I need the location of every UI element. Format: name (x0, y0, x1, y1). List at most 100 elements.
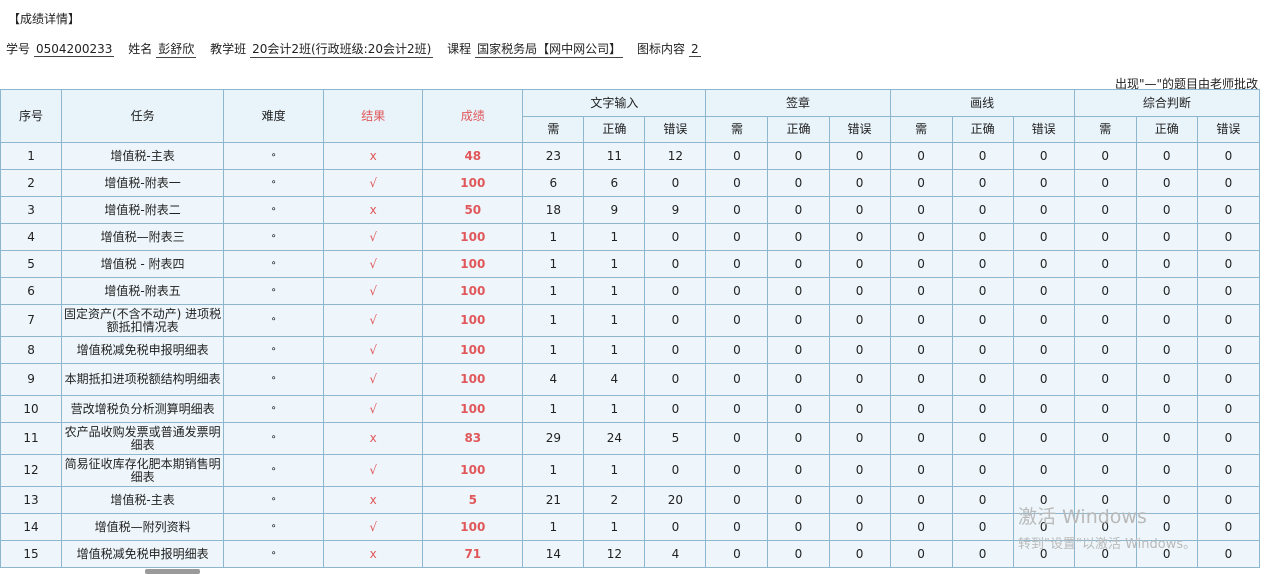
cell-count: 0 (1196, 142, 1261, 170)
table-row: 2 增值税-附表一 ⚬ √ 100 6 6 0 0 0 0 0 0 0 0 0 0 (0, 169, 1261, 197)
header-result: 结果 (323, 89, 424, 143)
cell-seq: 14 (0, 513, 63, 541)
cell-count: 0 (705, 486, 769, 514)
cell-count: 0 (889, 223, 953, 251)
cell-count: 0 (767, 336, 830, 364)
subheader-correct: 正确 (583, 116, 646, 143)
cell-difficulty: ⚬ (223, 486, 325, 514)
cell-count: 0 (1073, 196, 1137, 224)
cell-result: √ (323, 336, 424, 364)
cell-result: √ (323, 363, 424, 396)
cell-count: 21 (522, 486, 585, 514)
cell-count: 0 (1135, 196, 1198, 224)
cell-count: 0 (1073, 454, 1137, 487)
subheader-required: 需 (705, 116, 769, 143)
cell-result: √ (323, 454, 424, 487)
cell-count: 1 (522, 250, 585, 278)
cell-seq: 9 (0, 363, 63, 396)
cell-task: 增值税-附表五 (61, 277, 225, 305)
cell-score: 5 (422, 486, 524, 514)
cell-count: 0 (889, 395, 953, 423)
cell-count: 0 (767, 223, 830, 251)
header-group-signature: 签章 (705, 89, 891, 117)
cell-seq: 4 (0, 223, 63, 251)
cell-count: 29 (522, 422, 585, 455)
subheader-wrong: 错误 (1196, 116, 1261, 143)
cell-result: √ (323, 304, 424, 337)
score-detail-table: 序号 任务 难度 结果 成绩 文字输入 签章 画线 综合判断 需 正确 错误 需… (0, 89, 1261, 568)
cell-count: 0 (705, 363, 769, 396)
cell-task: 农产品收购发票或普通发票明细表 (61, 422, 225, 455)
subheader-required: 需 (889, 116, 953, 143)
cell-count: 1 (522, 223, 585, 251)
table-row: 11 农产品收购发票或普通发票明细表 ⚬ x 83 29 24 5 0 0 0 0 0 0 0 0 0 (0, 422, 1261, 455)
cell-count: 1 (583, 513, 646, 541)
cell-task: 增值税—附列资料 (61, 513, 225, 541)
cell-count: 0 (1012, 169, 1075, 197)
cell-count: 0 (828, 196, 891, 224)
cell-count: 0 (828, 142, 891, 170)
cell-count: 0 (1135, 277, 1198, 305)
student-id-label: 学号 (6, 42, 31, 56)
cell-count: 0 (1135, 395, 1198, 423)
cell-task: 增值税减免税申报明细表 (61, 540, 225, 568)
cell-count: 0 (1196, 304, 1261, 337)
cell-count: 0 (1135, 223, 1198, 251)
cell-result: x (323, 422, 424, 455)
cell-score: 100 (422, 169, 524, 197)
cell-count: 1 (583, 223, 646, 251)
table-row: 7 固定资产(不含不动产) 进项税额抵扣情况表 ⚬ √ 100 1 1 0 0 0 0 0 0 0 0 0 0 (0, 304, 1261, 337)
cell-count: 0 (767, 513, 830, 541)
cell-count: 0 (1196, 223, 1261, 251)
cell-result: √ (323, 395, 424, 423)
cell-count: 20 (644, 486, 707, 514)
cell-count: 0 (1012, 486, 1075, 514)
cell-count: 0 (1196, 454, 1261, 487)
cell-count: 0 (767, 486, 830, 514)
horizontal-scrollbar-thumb[interactable] (145, 569, 200, 574)
cell-task: 本期抵扣进项税额结构明细表 (61, 363, 225, 396)
cell-count: 0 (889, 363, 953, 396)
cell-difficulty: ⚬ (223, 277, 325, 305)
cell-count: 0 (1012, 513, 1075, 541)
cell-count: 0 (1073, 223, 1137, 251)
cell-result: x (323, 142, 424, 170)
cell-count: 0 (1135, 304, 1198, 337)
cell-difficulty: ⚬ (223, 304, 325, 337)
cell-count: 0 (1135, 540, 1198, 568)
cell-difficulty: ⚬ (223, 363, 325, 396)
cell-count: 0 (1073, 395, 1137, 423)
header-task: 任务 (61, 89, 225, 143)
cell-task: 增值税-主表 (61, 486, 225, 514)
cell-count: 0 (1073, 304, 1137, 337)
cell-count: 0 (1196, 513, 1261, 541)
table-row: 12 简易征收库存化肥本期销售明细表 ⚬ √ 100 1 1 0 0 0 0 0 0 0 0 0 0 (0, 454, 1261, 487)
cell-difficulty: ⚬ (223, 336, 325, 364)
subheader-required: 需 (1073, 116, 1137, 143)
cell-count: 0 (1012, 304, 1075, 337)
cell-count: 0 (889, 277, 953, 305)
cell-seq: 12 (0, 454, 63, 487)
cell-score: 100 (422, 304, 524, 337)
cell-count: 0 (828, 422, 891, 455)
cell-difficulty: ⚬ (223, 196, 325, 224)
cell-seq: 11 (0, 422, 63, 455)
cell-count: 0 (1012, 223, 1075, 251)
cell-count: 0 (1196, 169, 1261, 197)
header-group-drawing: 画线 (889, 89, 1075, 117)
name-value: 彭舒欣 (156, 42, 197, 58)
table-row: 5 增值税 - 附表四 ⚬ √ 100 1 1 0 0 0 0 0 0 0 0 0 0 (0, 250, 1261, 278)
cell-count: 0 (889, 304, 953, 337)
cell-count: 1 (522, 454, 585, 487)
header-seq: 序号 (0, 89, 63, 143)
cell-task: 增值税-附表一 (61, 169, 225, 197)
cell-count: 0 (951, 454, 1014, 487)
cell-count: 0 (705, 223, 769, 251)
cell-count: 0 (1012, 142, 1075, 170)
cell-count: 0 (1135, 363, 1198, 396)
cell-count: 18 (522, 196, 585, 224)
cell-task: 增值税减免税申报明细表 (61, 336, 225, 364)
cell-count: 0 (951, 363, 1014, 396)
cell-count: 0 (1012, 454, 1075, 487)
cell-count: 0 (644, 169, 707, 197)
